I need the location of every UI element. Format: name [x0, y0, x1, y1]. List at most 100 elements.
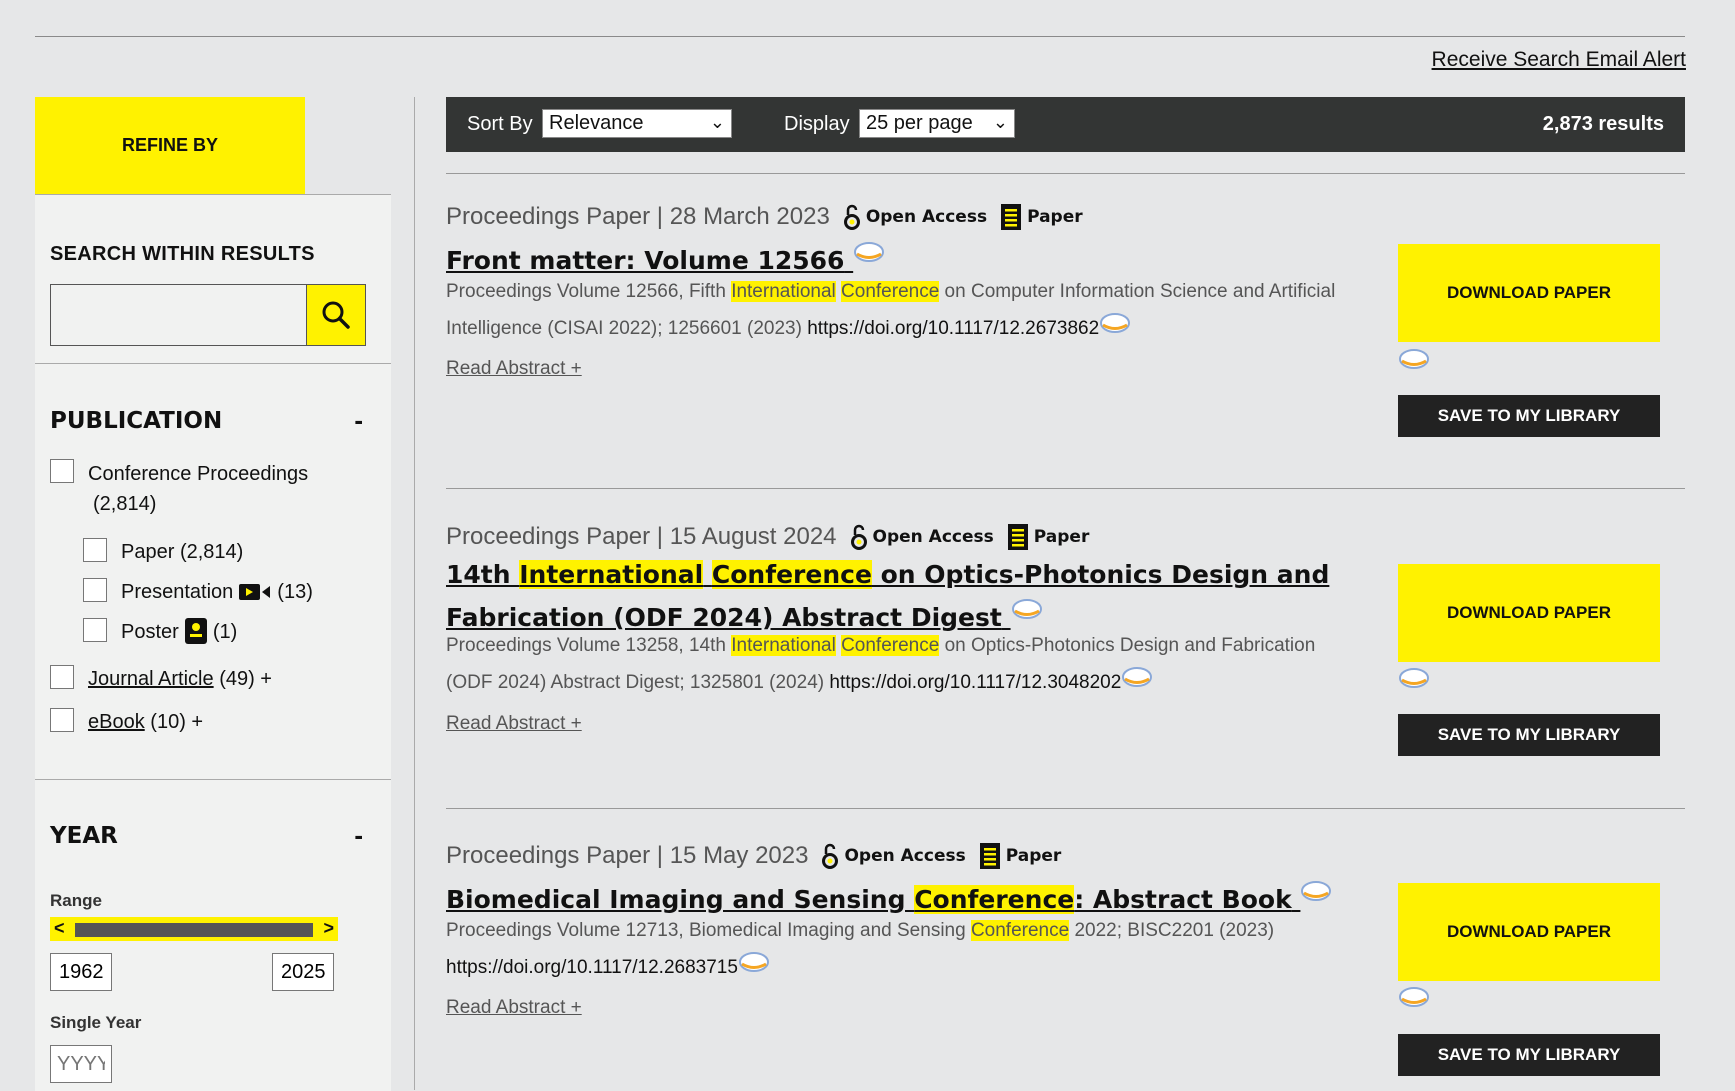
- video-camera-icon: [239, 584, 271, 600]
- save-to-library-button[interactable]: SAVE TO MY LIBRARY: [1398, 714, 1660, 756]
- result-type-date: Proceedings Paper | 15 May 2023: [446, 842, 809, 869]
- display-label: Display: [784, 113, 850, 135]
- filter-paper: Paper (2,814): [83, 538, 243, 566]
- sidebar-divider: [35, 363, 391, 364]
- result-item: Proceedings Paper | 28 March 2023 Open A…: [446, 203, 1685, 463]
- crossref-icon[interactable]: [1099, 312, 1131, 334]
- result-type-date: Proceedings Paper | 28 March 2023: [446, 203, 830, 230]
- crossref-icon[interactable]: [738, 951, 770, 973]
- download-paper-button[interactable]: DOWNLOAD PAPER: [1398, 244, 1660, 342]
- doi-link[interactable]: https://doi.org/10.1117/12.2683715: [446, 957, 738, 978]
- doi-link[interactable]: https://doi.org/10.1117/12.2673862: [807, 318, 1099, 339]
- results-count: 2,873 results: [1542, 113, 1664, 135]
- save-to-library-button[interactable]: SAVE TO MY LIBRARY: [1398, 395, 1660, 437]
- download-paper-button[interactable]: DOWNLOAD PAPER: [1398, 883, 1660, 981]
- slider-left-handle[interactable]: <: [54, 917, 65, 939]
- sort-by-value: Relevance: [549, 112, 644, 134]
- result-item: Proceedings Paper | 15 May 2023 Open Acc…: [446, 842, 1685, 1090]
- crossref-icon[interactable]: [1398, 986, 1430, 1008]
- crossref-icon[interactable]: [1121, 666, 1153, 688]
- filter-poster: Poster (1): [83, 618, 237, 646]
- result-description: Proceedings Volume 12566, Fifth Internat…: [446, 281, 1336, 339]
- search-icon: [322, 301, 350, 329]
- search-within-input[interactable]: [51, 285, 317, 343]
- paper-badge-label: Paper: [1033, 527, 1090, 547]
- open-lock-icon: [850, 524, 867, 550]
- search-within-title: SEARCH WITHIN RESULTS: [50, 243, 315, 265]
- result-separator: [446, 808, 1685, 809]
- read-abstract-link[interactable]: Read Abstract +: [446, 713, 582, 735]
- filter-ebook: eBook (10) +: [50, 708, 203, 736]
- journal-article-link[interactable]: Journal Article: [88, 665, 214, 693]
- paper-badge-label: Paper: [1027, 207, 1083, 227]
- crossref-icon[interactable]: [1398, 348, 1430, 370]
- display-select[interactable]: 25 per page ⌄: [859, 109, 1015, 138]
- top-divider: [35, 36, 1685, 37]
- slider-right-handle[interactable]: >: [323, 917, 334, 939]
- journal-article-checkbox[interactable]: [50, 665, 74, 689]
- results-toolbar: Sort By Relevance ⌄ Display 25 per page …: [446, 97, 1685, 152]
- open-lock-icon: [843, 204, 860, 230]
- filter-conference-proceedings: Conference Proceedings (2,814): [50, 459, 350, 519]
- crossref-icon[interactable]: [1398, 667, 1430, 689]
- doi-link[interactable]: https://doi.org/10.1117/12.3048202: [829, 672, 1121, 693]
- chevron-down-icon: ⌄: [992, 112, 1008, 132]
- year-collapse-toggle[interactable]: -: [354, 820, 363, 851]
- chevron-down-icon: ⌄: [709, 112, 725, 132]
- journal-article-count[interactable]: (49) +: [219, 665, 272, 693]
- crossref-icon[interactable]: [1300, 880, 1332, 902]
- receive-email-alert-link[interactable]: Receive Search Email Alert: [1432, 48, 1686, 72]
- sort-by-select[interactable]: Relevance ⌄: [542, 109, 732, 138]
- ebook-checkbox[interactable]: [50, 708, 74, 732]
- poster-label: Poster: [121, 621, 179, 643]
- slider-track: [75, 923, 313, 937]
- search-button[interactable]: [306, 285, 365, 345]
- publication-collapse-toggle[interactable]: -: [354, 405, 363, 436]
- paper-label: Paper: [121, 541, 175, 563]
- crossref-icon[interactable]: [853, 241, 885, 263]
- result-meta: Proceedings Paper | 15 May 2023 Open Acc…: [446, 842, 1061, 870]
- result-meta: Proceedings Paper | 28 March 2023 Open A…: [446, 203, 1083, 231]
- column-divider: [414, 97, 415, 1090]
- presentation-checkbox[interactable]: [83, 578, 107, 602]
- open-access-label: Open Access: [844, 846, 966, 866]
- poster-count: (1): [212, 621, 238, 643]
- conference-proceedings-label: Conference Proceedings: [88, 463, 309, 485]
- crossref-icon[interactable]: [1011, 598, 1043, 620]
- filter-journal-article: Journal Article (49) +: [50, 665, 272, 693]
- paper-checkbox[interactable]: [83, 538, 107, 562]
- document-icon: [1001, 204, 1022, 230]
- conference-proceedings-checkbox[interactable]: [50, 459, 74, 483]
- year-to-input[interactable]: [272, 953, 334, 991]
- refine-by-tab[interactable]: REFINE BY: [35, 97, 305, 194]
- search-within-box: [50, 284, 366, 346]
- open-access-label: Open Access: [865, 207, 988, 227]
- result-separator: [446, 488, 1685, 489]
- single-year-label: Single Year: [50, 1013, 142, 1032]
- open-access-badge: Open Access: [850, 524, 994, 550]
- read-abstract-link[interactable]: Read Abstract +: [446, 997, 582, 1019]
- ebook-link[interactable]: eBook: [88, 708, 145, 736]
- paper-badge-label: Paper: [1005, 846, 1062, 866]
- sidebar-divider: [35, 779, 391, 780]
- publication-title: PUBLICATION: [50, 408, 223, 434]
- poster-checkbox[interactable]: [83, 618, 107, 642]
- read-abstract-link[interactable]: Read Abstract +: [446, 358, 582, 380]
- year-range-slider[interactable]: < >: [50, 917, 338, 941]
- document-icon: [979, 843, 1000, 869]
- paper-count: (2,814): [179, 541, 244, 563]
- save-to-library-button[interactable]: SAVE TO MY LIBRARY: [1398, 1034, 1660, 1076]
- result-description: Proceedings Volume 12713, Biomedical Ima…: [446, 920, 1275, 978]
- presentation-label: Presentation: [121, 581, 234, 603]
- single-year-input[interactable]: [50, 1045, 112, 1083]
- year-from-input[interactable]: [50, 953, 112, 991]
- ebook-count[interactable]: (10) +: [150, 708, 203, 736]
- sort-by-label: Sort By: [467, 113, 533, 135]
- result-separator: [446, 173, 1685, 174]
- conference-proceedings-count: (2,814): [93, 493, 157, 515]
- paper-badge: Paper: [979, 843, 1062, 869]
- download-paper-button[interactable]: DOWNLOAD PAPER: [1398, 564, 1660, 662]
- result-type-date: Proceedings Paper | 15 August 2024: [446, 523, 837, 550]
- refine-panel: SEARCH WITHIN RESULTS PUBLICATION - Conf…: [35, 194, 391, 1091]
- result-description: Proceedings Volume 13258, 14th Internati…: [446, 635, 1316, 693]
